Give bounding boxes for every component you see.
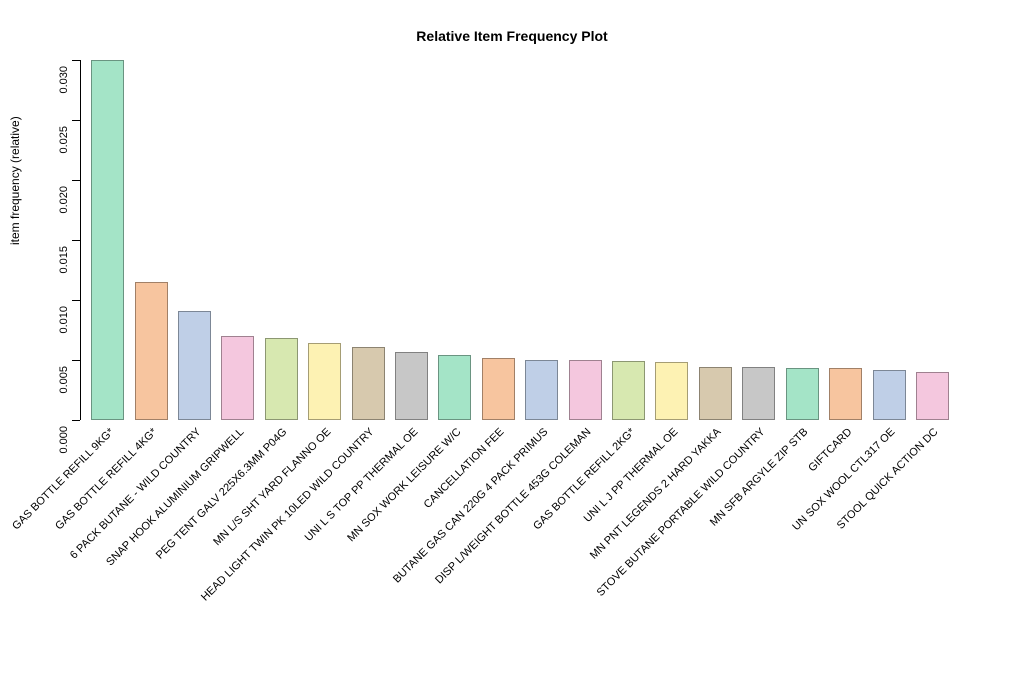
- bar: [352, 347, 385, 420]
- bar: [525, 360, 558, 420]
- bar-slot: [477, 60, 520, 420]
- y-tick-label: 0.000: [58, 426, 70, 466]
- bar-slot: [86, 60, 129, 420]
- bar: [742, 367, 775, 420]
- bar: [221, 336, 254, 420]
- bar-slot: [303, 60, 346, 420]
- y-tick-label: 0.015: [58, 246, 70, 286]
- bar-slot: [650, 60, 693, 420]
- y-tick: [72, 60, 80, 61]
- y-tick: [72, 300, 80, 301]
- bar: [829, 368, 862, 420]
- y-axis-label: item frequency (relative): [8, 116, 22, 245]
- bar: [91, 60, 124, 420]
- bar-slot: [433, 60, 476, 420]
- bar-slot: [260, 60, 303, 420]
- bar: [569, 360, 602, 420]
- bar-slot: [824, 60, 867, 420]
- y-tick-label: 0.005: [58, 366, 70, 406]
- bar: [395, 352, 428, 420]
- bar: [265, 338, 298, 420]
- y-tick-label: 0.025: [58, 126, 70, 166]
- bar-slot: [737, 60, 780, 420]
- bar: [482, 358, 515, 420]
- bar: [873, 370, 906, 420]
- chart-container: Relative Item Frequency Plot item freque…: [0, 0, 1024, 683]
- bar: [135, 282, 168, 420]
- bar: [786, 368, 819, 420]
- bar-slot: [694, 60, 737, 420]
- bar-slot: [781, 60, 824, 420]
- bar-slot: [173, 60, 216, 420]
- x-axis-labels: GAS BOTTLE REFILL 9KG*GAS BOTTLE REFILL …: [80, 426, 960, 676]
- bar: [612, 361, 645, 420]
- chart-title: Relative Item Frequency Plot: [0, 28, 1024, 44]
- bar: [438, 355, 471, 420]
- bar-slot: [346, 60, 389, 420]
- bar-slot: [867, 60, 910, 420]
- bar: [178, 311, 211, 420]
- x-label-slot: STOOL QUICK ACTION DC: [911, 426, 954, 676]
- bar-slot: [129, 60, 172, 420]
- y-tick-label: 0.010: [58, 306, 70, 346]
- bar-slot: [520, 60, 563, 420]
- bar-slot: [563, 60, 606, 420]
- bar: [699, 367, 732, 420]
- y-tick-label: 0.030: [58, 66, 70, 106]
- bar: [655, 362, 688, 420]
- y-tick: [72, 420, 80, 421]
- bar-slot: [607, 60, 650, 420]
- bar-slot: [390, 60, 433, 420]
- bar: [916, 372, 949, 420]
- y-tick: [72, 120, 80, 121]
- y-tick: [72, 240, 80, 241]
- bar-slot: [216, 60, 259, 420]
- y-tick-label: 0.020: [58, 186, 70, 226]
- bars-area: [80, 60, 960, 420]
- bar: [308, 343, 341, 420]
- y-tick: [72, 360, 80, 361]
- y-tick: [72, 180, 80, 181]
- bar-slot: [911, 60, 954, 420]
